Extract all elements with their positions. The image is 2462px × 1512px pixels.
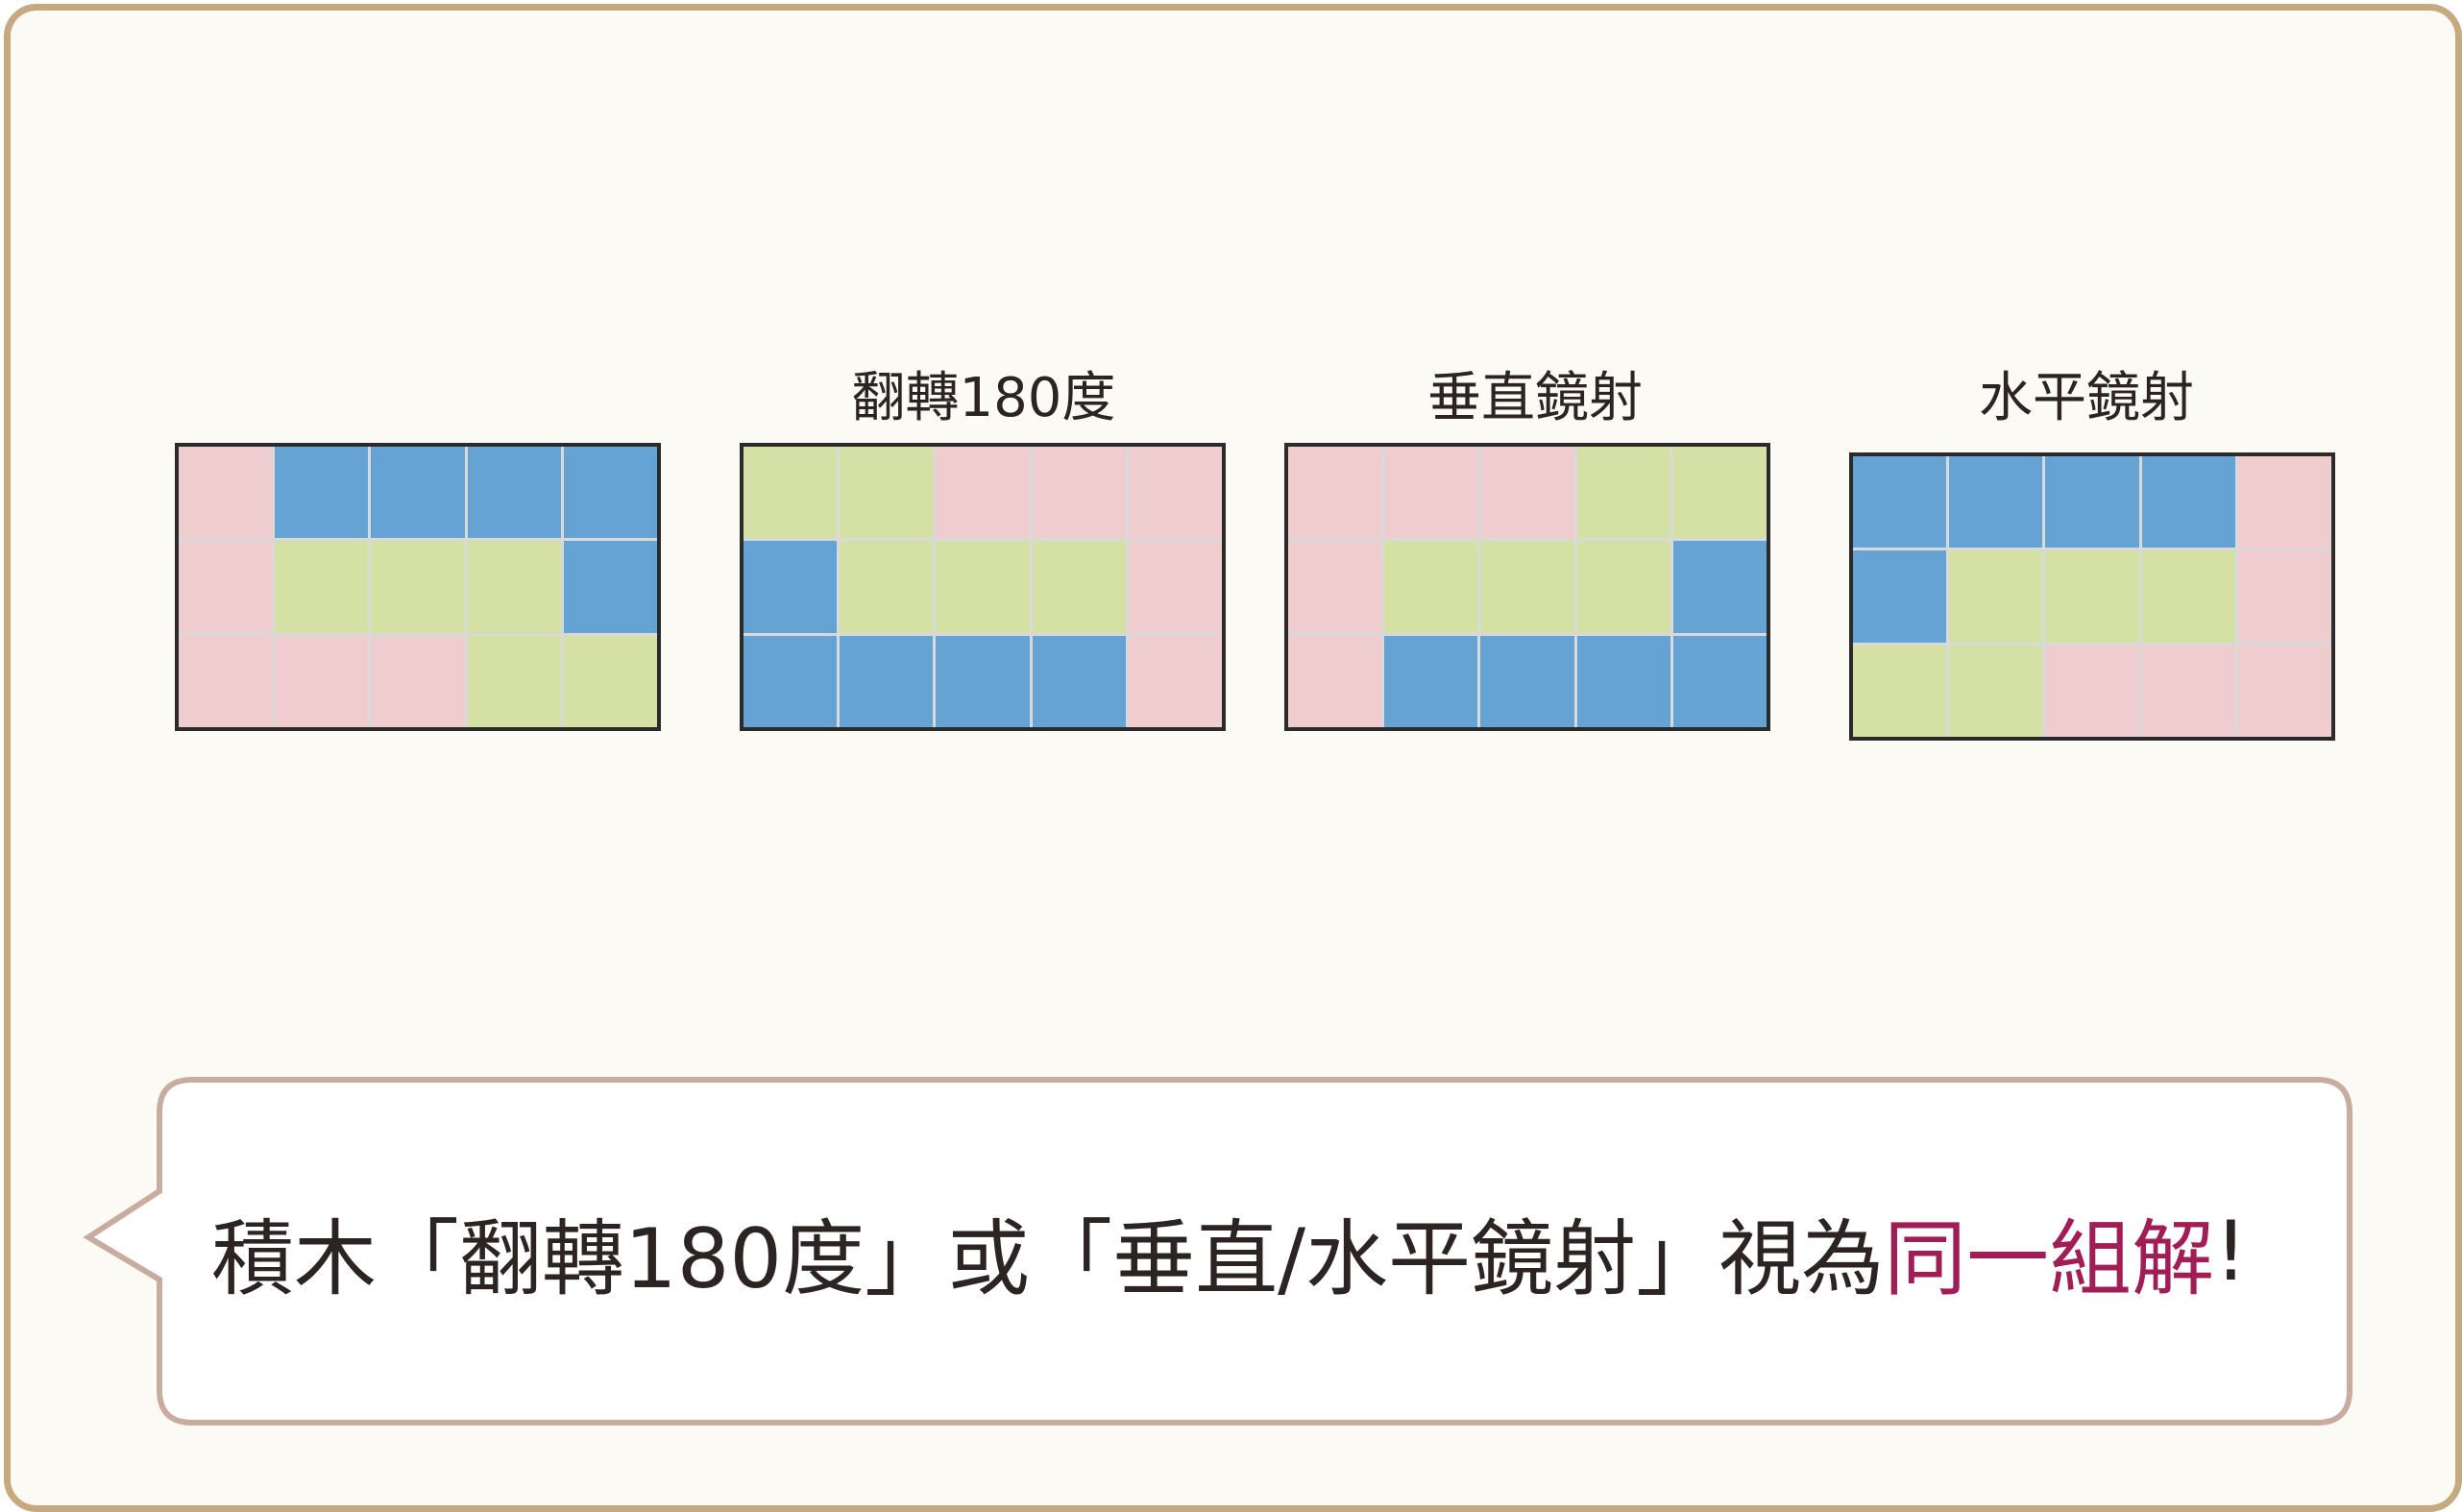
grid-vertical-mirror [1284,443,1770,731]
grid-cell-pink [1288,635,1382,727]
grid-title-horizontal-mirror: 水平鏡射 [1979,367,2194,429]
grid-cell-green [1384,541,1478,633]
grid-cell-blue [467,447,561,539]
grid-cell-pink [1032,447,1126,539]
grid-cell-pink [179,541,273,633]
grid-cell-green [467,635,561,727]
grid-cell-blue [1853,456,1947,549]
grid-cell-blue [1672,635,1767,727]
grid-cell-green [840,541,934,633]
grid-title-vertical-mirror: 垂直鏡射 [1427,367,1643,429]
speech-bubble: 積木「翻轉180度」或「垂直/水平鏡射」視為 同一組解! [83,1076,2353,1427]
grid-cell-green [371,541,465,633]
grid-cell-green [840,447,934,539]
grid-cell-green [1853,645,1947,737]
grid-cell-green [2141,550,2235,643]
grid-cell-pink [1128,635,1222,727]
grid-cell-blue [1672,541,1767,633]
grid-cell-blue [743,541,838,633]
grid-cell-pink [275,635,369,727]
grid-cell-pink [2237,645,2331,737]
grid-cell-green [1032,541,1126,633]
grid-cell-pink [1480,447,1574,539]
grid-cell-pink [1128,541,1222,633]
caption-highlight: 同一組解 [1884,1211,2215,1307]
grid-cell-blue [1384,635,1478,727]
grid-cell-pink [179,635,273,727]
grid-cell-blue [1480,635,1574,727]
grid-cell-pink [2045,645,2139,737]
grid-cell-green [467,541,561,633]
grid-cell-blue [743,635,838,727]
grid-cell-green [1480,541,1574,633]
grid-cell-blue [936,635,1030,727]
grid-cell-pink [1288,541,1382,633]
grid-cell-pink [1384,447,1478,539]
caption-main: 積木「翻轉180度」或「垂直/水平鏡射」視為 [211,1211,1885,1307]
grid-cell-blue [371,447,465,539]
grid-cell-green [1949,645,2043,737]
caption-end: ! [2214,1203,2248,1300]
grid-cell-green [1576,447,1670,539]
grid-cell-pink [2141,645,2235,737]
grid-title-rotate-180: 翻轉180度 [851,367,1116,429]
grid-cell-green [563,635,657,727]
grid-cell-green [743,447,838,539]
grid-cell-blue [2045,456,2139,549]
grid-cell-blue [1032,635,1126,727]
grid-cell-green [936,541,1030,633]
grid-cell-blue [1853,550,1947,643]
grid-cell-blue [1576,635,1670,727]
grid-cell-green [1672,447,1767,539]
grid-cell-blue [2141,456,2235,549]
grid-cell-blue [275,447,369,539]
grid-rotate-180 [740,443,1226,731]
grid-horizontal-mirror [1849,452,2335,741]
caption-text: 積木「翻轉180度」或「垂直/水平鏡射」視為 同一組解! [211,1076,2353,1427]
grid-cell-blue [563,541,657,633]
grid-cell-green [275,541,369,633]
grid-cell-green [1576,541,1670,633]
grid-cell-pink [2237,456,2331,549]
grid-cell-green [1949,550,2043,643]
grid-cell-pink [2237,550,2331,643]
grid-cell-pink [936,447,1030,539]
grid-cell-blue [1949,456,2043,549]
grid-cell-pink [179,447,273,539]
grid-cell-pink [1128,447,1222,539]
grid-cell-pink [1288,447,1382,539]
grid-cell-blue [840,635,934,727]
grid-cell-blue [563,447,657,539]
grid-cell-pink [371,635,465,727]
grid-original [175,443,661,731]
grid-cell-green [2045,550,2139,643]
